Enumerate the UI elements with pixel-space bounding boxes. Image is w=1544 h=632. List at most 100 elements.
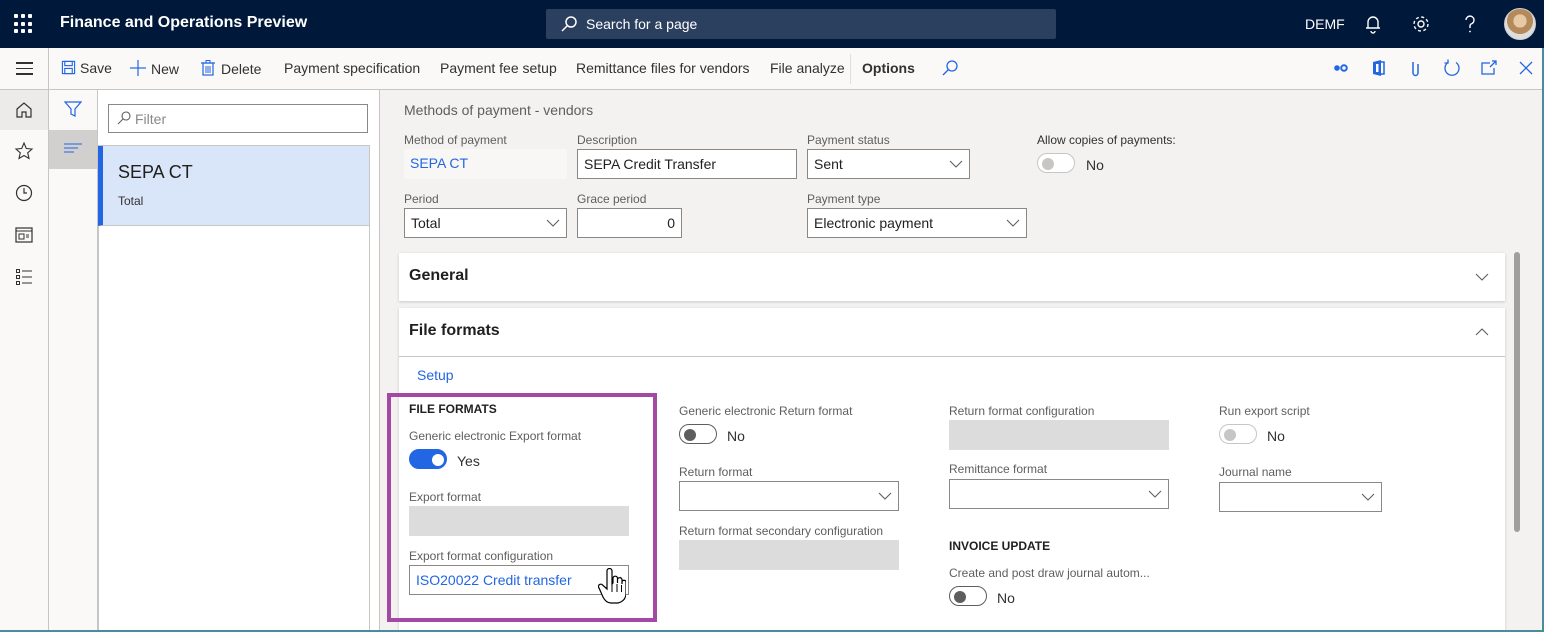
return-secondary-label: Return format secondary configuration bbox=[679, 524, 884, 538]
list-item-title: SEPA CT bbox=[118, 162, 193, 182]
setup-button[interactable]: Setup bbox=[417, 367, 454, 383]
chevron-down-icon bbox=[949, 160, 963, 168]
payment-status-label: Payment status bbox=[807, 133, 890, 147]
payment-status-value: Sent bbox=[814, 156, 843, 172]
payment-specification-button[interactable]: Payment specification bbox=[284, 60, 420, 76]
company-picker[interactable]: DEMF bbox=[1305, 16, 1345, 32]
chevron-down-icon bbox=[878, 492, 892, 500]
grace-period-input[interactable]: 0 bbox=[577, 208, 682, 238]
payment-type-value: Electronic payment bbox=[814, 215, 934, 231]
avatar[interactable] bbox=[1504, 8, 1536, 40]
return-config-label: Return format configuration bbox=[949, 404, 1095, 418]
details-pane: Methods of payment - vendors Method of p… bbox=[381, 90, 1544, 632]
method-of-payment-field[interactable]: SEPA CT bbox=[404, 149, 567, 179]
journal-name-select[interactable] bbox=[1219, 482, 1382, 512]
remittance-files-button[interactable]: Remittance files for vendors bbox=[576, 60, 750, 76]
journal-name-label: Journal name bbox=[1219, 465, 1292, 479]
close-icon[interactable] bbox=[1516, 58, 1536, 78]
home-icon[interactable] bbox=[14, 100, 34, 120]
period-label: Period bbox=[404, 192, 439, 206]
hand-pointer-cursor-icon bbox=[598, 568, 626, 604]
app-title[interactable]: Finance and Operations Preview bbox=[60, 14, 307, 32]
filter-icon[interactable] bbox=[64, 100, 82, 118]
plus-icon bbox=[130, 60, 146, 76]
save-icon bbox=[61, 60, 76, 75]
help-icon[interactable] bbox=[1458, 12, 1482, 36]
page-search-input[interactable]: Search for a page bbox=[546, 9, 1056, 39]
payment-type-label: Payment type bbox=[807, 192, 881, 206]
save-button[interactable]: Save bbox=[61, 60, 112, 76]
period-select[interactable]: Total bbox=[404, 208, 567, 238]
chevron-down-icon bbox=[546, 219, 560, 227]
chevron-down-icon[interactable] bbox=[1475, 272, 1489, 282]
description-input[interactable]: SEPA Credit Transfer bbox=[577, 149, 797, 179]
divider bbox=[48, 48, 49, 90]
waffle-icon[interactable] bbox=[14, 14, 34, 34]
workspaces-icon[interactable] bbox=[14, 225, 34, 245]
search-placeholder: Search for a page bbox=[586, 16, 698, 32]
file-analyze-button[interactable]: File analyze bbox=[770, 60, 845, 76]
generic-return-label: Generic electronic Return format bbox=[679, 404, 853, 418]
office-icon[interactable] bbox=[1368, 58, 1388, 78]
vertical-scrollbar[interactable] bbox=[1514, 252, 1520, 532]
return-secondary-field bbox=[679, 540, 899, 570]
filter-placeholder: Filter bbox=[135, 111, 167, 127]
run-export-script-toggle[interactable] bbox=[1219, 424, 1257, 444]
gear-icon[interactable] bbox=[1409, 12, 1433, 36]
remittance-format-label: Remittance format bbox=[949, 462, 1048, 476]
refresh-icon[interactable] bbox=[1442, 58, 1462, 78]
fasttab-file-formats-title[interactable]: File formats bbox=[409, 322, 500, 340]
fasttab-file-formats: File formats Setup FILE FORMATS Generic … bbox=[399, 308, 1505, 632]
fasttab-general[interactable]: General bbox=[399, 253, 1505, 301]
export-format-field bbox=[409, 506, 629, 536]
grace-period-label: Grace period bbox=[577, 192, 647, 206]
remittance-format-select[interactable] bbox=[949, 479, 1169, 509]
generic-export-label: Generic electronic Export format bbox=[409, 429, 582, 443]
chevron-down-icon bbox=[1361, 493, 1375, 501]
open-new-window-icon[interactable] bbox=[1479, 58, 1499, 78]
search-icon[interactable] bbox=[940, 58, 960, 78]
navigation-pane bbox=[0, 90, 49, 632]
modules-list-icon[interactable] bbox=[14, 267, 34, 287]
search-icon bbox=[117, 111, 131, 125]
action-pane: Save New Delete Payment specification Pa… bbox=[0, 48, 1544, 120]
allow-copies-toggle[interactable] bbox=[1037, 153, 1075, 173]
search-icon bbox=[561, 16, 577, 32]
return-config-field bbox=[949, 420, 1169, 450]
period-value: Total bbox=[411, 215, 441, 231]
power-apps-icon[interactable] bbox=[1331, 58, 1351, 78]
create-post-draw-value: No bbox=[997, 590, 1015, 606]
generic-export-value: Yes bbox=[457, 453, 480, 469]
options-tab[interactable]: Options bbox=[862, 60, 915, 76]
fasttab-general-title: General bbox=[409, 267, 469, 284]
payment-fee-setup-button[interactable]: Payment fee setup bbox=[440, 60, 557, 76]
new-button[interactable]: New bbox=[130, 60, 179, 77]
generic-export-toggle[interactable] bbox=[409, 449, 447, 469]
hamburger-menu-icon[interactable] bbox=[16, 62, 33, 79]
export-format-config-label: Export format configuration bbox=[409, 549, 554, 563]
list-item[interactable]: SEPA CT Total bbox=[98, 146, 369, 226]
list-pane-toolbar bbox=[49, 90, 98, 632]
list-view-icon[interactable] bbox=[64, 142, 82, 156]
payment-status-select[interactable]: Sent bbox=[807, 149, 970, 179]
payment-type-select[interactable]: Electronic payment bbox=[807, 208, 1027, 238]
divider bbox=[850, 54, 851, 84]
description-label: Description bbox=[577, 133, 638, 147]
export-format-config-select[interactable]: ISO20022 Credit transfer bbox=[409, 565, 629, 595]
create-post-draw-toggle[interactable] bbox=[949, 586, 987, 606]
recent-clock-icon[interactable] bbox=[14, 183, 34, 203]
generic-return-value: No bbox=[727, 428, 745, 444]
list-item-subtitle: Total bbox=[118, 194, 144, 208]
bell-icon[interactable] bbox=[1361, 12, 1385, 36]
chevron-up-icon[interactable] bbox=[1475, 327, 1489, 337]
file-formats-section-heading: FILE FORMATS bbox=[409, 402, 497, 416]
delete-label: Delete bbox=[221, 61, 262, 77]
invoice-update-section-heading: INVOICE UPDATE bbox=[949, 539, 1051, 553]
allow-copies-value: No bbox=[1086, 157, 1104, 173]
delete-button[interactable]: Delete bbox=[201, 60, 261, 77]
favorites-star-icon[interactable] bbox=[14, 141, 34, 161]
return-format-select[interactable] bbox=[679, 481, 899, 511]
attachments-icon[interactable] bbox=[1406, 58, 1426, 78]
filter-input[interactable]: Filter bbox=[108, 104, 368, 133]
generic-return-toggle[interactable] bbox=[679, 424, 717, 444]
